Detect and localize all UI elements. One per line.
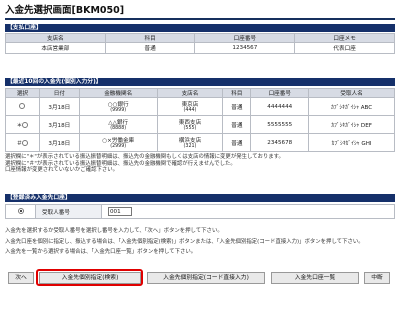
table-cell: 3月18日	[38, 97, 80, 116]
payment-source-header: 【支払口座】	[5, 24, 395, 32]
registered-payee-table: 受取人番号 001	[5, 204, 395, 219]
payee-number-input[interactable]: 001	[108, 207, 132, 216]
highlight-frame	[36, 269, 143, 286]
table-row[interactable]: ＃ 3月18日 ○×労働金庫 (2999) 横浜支店 (321) 普通 234567…	[5, 133, 395, 152]
recent-payees-table: 選択 日付 金融機関名 支店名 科目 口座番号 受取人名 3月18日 ○○銀行(…	[5, 88, 395, 152]
column-header: 口座番号	[194, 33, 296, 43]
column-header: 選択	[5, 88, 40, 98]
column-header: 科目	[104, 33, 196, 43]
bank-name: △△銀行	[108, 120, 129, 126]
table-cell: 普通	[222, 97, 252, 116]
table-cell: 代表口座	[294, 42, 395, 54]
recent-row-3-radio[interactable]	[22, 140, 29, 146]
table-cell: 東京店 (444)	[156, 97, 224, 116]
registered-payee-radio[interactable]	[17, 208, 24, 215]
branch-code: (444)	[183, 108, 197, 113]
column-header: 口座番号	[250, 88, 310, 98]
page-title: 入金先選択画面[BKM050]	[5, 5, 125, 16]
recent-row-1-radio[interactable]	[19, 103, 26, 110]
branch-code: (555)	[183, 126, 197, 131]
column-header: 受取人名	[308, 88, 395, 98]
bank-code: (2999)	[110, 144, 127, 149]
table-cell: 2345678	[250, 133, 310, 152]
table-cell: 本店営業部	[5, 42, 106, 54]
branch-code: (321)	[183, 144, 197, 149]
table-cell: △△銀行 (8888)	[78, 115, 158, 134]
table-cell: 普通	[222, 133, 252, 152]
table-cell: 3月18日	[38, 115, 80, 134]
table-row: 受取人番号 001	[5, 204, 395, 219]
instruction-line: 入金先口座を個別に指定し、振込する場合は、「入金先個別指定(検索)」ボタンまたは…	[5, 238, 364, 245]
instruction-line: 入金先を選択するか受取人番号を選択し番号を入力して、「次へ」ボタンを押して下さい…	[5, 228, 223, 234]
table-cell: ｶﾌﾞｼｷｶﾞｲｼｬ DEF	[308, 115, 395, 134]
instructions: 入金先を選択するか受取人番号を選択し番号を入力して、「次へ」ボタンを押して下さい…	[5, 226, 364, 258]
column-header: 支店名	[156, 88, 224, 98]
bank-name: ○○銀行	[107, 102, 129, 108]
table-cell: ○○銀行 (9999)	[78, 97, 158, 116]
table-cell: 普通	[222, 115, 252, 134]
page-title-bar: 入金先選択画面[BKM050]	[5, 3, 395, 20]
select-cell	[5, 204, 36, 219]
bank-code: (9999)	[110, 108, 127, 113]
bank-name: ○×労働金庫	[102, 138, 135, 144]
table-row[interactable]: ＊ 3月18日 △△銀行 (8888) 東西支店 (555) 普通 5555555 …	[5, 115, 395, 134]
select-cell: ＊	[5, 115, 40, 134]
table-row: 本店営業部 普通 1234567 代表口座	[5, 42, 395, 54]
payee-direct-input-button[interactable]: 入金先個別指定(コード直接入力)	[147, 272, 265, 284]
table-header-row: 選択 日付 金融機関名 支店名 科目 口座番号 受取人名	[5, 88, 395, 98]
table-cell: 1234567	[194, 42, 296, 54]
payee-number-cell: 001	[101, 204, 395, 219]
table-cell: 4444444	[250, 97, 310, 116]
table-cell: 5555555	[250, 115, 310, 134]
table-cell: 3月18日	[38, 133, 80, 152]
select-cell: ＃	[5, 133, 40, 152]
branch-name: 東京店	[181, 102, 199, 108]
branch-name: 東西支店	[178, 120, 202, 126]
recent-row-2-radio[interactable]	[22, 122, 29, 128]
table-cell: 横浜支店 (321)	[156, 133, 224, 152]
bank-code: (8888)	[110, 126, 127, 131]
note-line: 口座情報が変更されていないかご確認下さい。	[5, 167, 119, 174]
branch-name: 横浜支店	[178, 138, 202, 144]
cancel-button[interactable]: 中断	[364, 272, 390, 284]
table-cell: ○×労働金庫 (2999)	[78, 133, 158, 152]
column-header: 金融機関名	[78, 88, 158, 98]
select-cell	[5, 97, 40, 116]
table-cell: ｶﾌﾞｼｷｶﾞｲｼｬ GHI	[308, 133, 395, 152]
next-button[interactable]: 次へ	[8, 272, 34, 284]
instruction-line: 入金先を一覧から選択する場合は、「入金先口座一覧」ボタンを押して下さい。	[5, 249, 197, 255]
column-header: 口座メモ	[294, 33, 395, 43]
table-cell: 東西支店 (555)	[156, 115, 224, 134]
registered-payee-header: 【登録済み入金先口座】	[5, 194, 395, 202]
recent-payees-header: 【最近10回の入金先(個別入力分)】	[5, 78, 395, 86]
table-row[interactable]: 3月18日 ○○銀行 (9999) 東京店 (444) 普通 4444444 ｶﾌﾞ…	[5, 97, 395, 116]
recent-notes: 選択欄に"＊"が表示されている振込振替明細は、振込先の金融機関もしくは支店の情報…	[5, 154, 284, 174]
column-header: 支店名	[5, 33, 106, 43]
table-header-row: 支店名 科目 口座番号 口座メモ	[5, 33, 395, 43]
payment-source-table: 支店名 科目 口座番号 口座メモ 本店営業部 普通 1234567 代表口座	[5, 33, 395, 54]
note-line: 選択欄に"＊"が表示されている振込振替明細は、振込先の金融機関もしくは支店の情報…	[5, 154, 284, 160]
table-cell: 普通	[104, 42, 196, 54]
table-cell: ｶﾌﾞｼｷｶﾞｲｼｬ ABC	[308, 97, 395, 116]
column-header: 日付	[38, 88, 80, 98]
column-header: 科目	[222, 88, 252, 98]
payee-list-button[interactable]: 入金先口座一覧	[271, 272, 359, 284]
payee-number-label: 受取人番号	[35, 204, 102, 219]
